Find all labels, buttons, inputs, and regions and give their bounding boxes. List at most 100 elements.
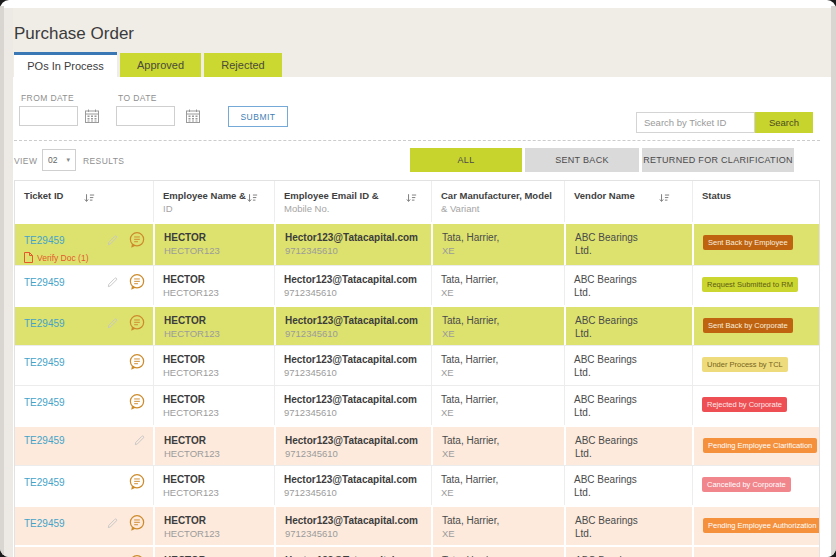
- filter-sent-back-button[interactable]: SENT BACK: [525, 148, 639, 172]
- car-cell: Tata, Harrier, XE: [431, 224, 564, 265]
- filter-returned-clarification-button[interactable]: RETURNED FOR CLARIFICATION: [642, 148, 794, 172]
- dashed-divider: [14, 140, 820, 141]
- ticket-id-link[interactable]: TE29459: [24, 317, 65, 330]
- sort-icon[interactable]: [84, 192, 95, 204]
- purchase-order-table: Ticket ID Employee Name & ID Employee Em…: [14, 180, 820, 557]
- ticket-cell: TE29459: [15, 466, 153, 505]
- employee-cell: HECTOR HECTOR123: [153, 547, 274, 557]
- ticket-id-link[interactable]: TE29459: [24, 517, 65, 530]
- vendor-cell: ABC Bearings Ltd.: [564, 224, 692, 265]
- edit-icon[interactable]: [106, 517, 119, 530]
- chat-icon[interactable]: [128, 314, 146, 332]
- col-header-employee-email[interactable]: Employee Email ID & Mobile No.: [274, 181, 431, 222]
- status-badge: Cancelled by Corporate: [702, 477, 791, 492]
- vendor-cell: ABC Bearings Ltd.: [564, 427, 692, 465]
- edit-icon[interactable]: [133, 434, 146, 447]
- right-margin: [831, 6, 836, 557]
- status-badge: Pending Employee Clarification: [703, 438, 817, 453]
- page-title: Purchase Order: [14, 24, 134, 44]
- submit-button[interactable]: SUBMIT: [228, 106, 288, 127]
- col-header-vendor[interactable]: Vendor Name: [564, 181, 692, 222]
- ticket-cell: TE29459: [15, 386, 153, 425]
- email-cell: Hector123@Tatacapital.com 9712345610: [274, 224, 431, 265]
- search-input[interactable]: [636, 112, 755, 133]
- col-header-status: Status: [692, 181, 819, 222]
- car-cell: Tata, Harrier, XE: [431, 386, 564, 425]
- sort-icon[interactable]: [659, 192, 670, 204]
- chat-icon[interactable]: [128, 273, 146, 291]
- from-date-input[interactable]: [19, 106, 78, 126]
- email-cell: Hector123@Tatacapital.com 9712345610: [274, 547, 431, 557]
- status-cell: Sent Back by Employee: [692, 224, 819, 265]
- edit-icon[interactable]: [106, 234, 119, 247]
- ticket-id-link[interactable]: TE29459: [24, 276, 65, 289]
- search-button[interactable]: Search: [755, 112, 813, 133]
- car-cell: Tata, Harrier, XE: [431, 547, 564, 557]
- status-cell: Cancelled by Corporate: [692, 466, 819, 505]
- tab-pos-in-process[interactable]: POs In Process: [14, 52, 117, 77]
- car-cell: Tata, Harrier, XE: [431, 466, 564, 505]
- status-badge: Rejected by Corporate: [702, 397, 787, 412]
- vendor-cell: ABC Bearings Ltd.: [564, 266, 692, 305]
- edit-icon[interactable]: [106, 317, 119, 330]
- chat-icon[interactable]: [128, 353, 146, 371]
- email-cell: Hector123@Tatacapital.com 9712345610: [274, 266, 431, 305]
- verify-doc-note[interactable]: Verify Doc (1): [24, 252, 149, 263]
- table-header: Ticket ID Employee Name & ID Employee Em…: [15, 181, 819, 222]
- left-sliver: [4, 8, 13, 557]
- ticket-cell: TE29459: [15, 266, 153, 305]
- status-cell: Pending Employee Clarification: [692, 427, 819, 465]
- employee-cell: HECTOR HECTOR123: [153, 266, 274, 305]
- calendar-icon[interactable]: [185, 108, 201, 124]
- ticket-id-link[interactable]: TE29459: [24, 396, 65, 409]
- vendor-cell: ABC Bearings Ltd.: [564, 507, 692, 545]
- chat-icon[interactable]: [128, 231, 146, 249]
- ticket-cell: TE29459: [15, 427, 153, 465]
- tab-approved[interactable]: Approved: [120, 53, 201, 77]
- tab-rejected[interactable]: Rejected: [204, 53, 282, 77]
- email-cell: Hector123@Tatacapital.com 9712345610: [274, 507, 431, 545]
- sort-icon[interactable]: [406, 192, 417, 204]
- ticket-id-link[interactable]: TE29459: [24, 476, 65, 489]
- car-cell: Tata, Harrier, XE: [431, 507, 564, 545]
- car-cell: Tata, Harrier, XE: [431, 266, 564, 305]
- employee-cell: HECTOR HECTOR123: [153, 346, 274, 385]
- view-label: VIEW: [14, 156, 37, 166]
- ticket-id-link[interactable]: TE29459: [24, 356, 65, 369]
- calendar-icon[interactable]: [84, 108, 100, 124]
- view-count-select[interactable]: 02 ▾: [42, 149, 76, 171]
- table-row: TE29459 Verify Doc (1) HECTOR: [15, 222, 819, 265]
- ticket-id-link[interactable]: TE29459: [24, 434, 65, 447]
- table-row: TE29459 HECTOR HECTOR123 Hector1: [15, 305, 819, 345]
- col-header-employee-name[interactable]: Employee Name & ID: [153, 181, 274, 222]
- employee-cell: HECTOR HECTOR123: [153, 466, 274, 505]
- table-row: TE29459 HECTOR HECTOR123 Hector1: [15, 465, 819, 505]
- table-body: TE29459 Verify Doc (1) HECTOR: [15, 222, 819, 557]
- email-cell: Hector123@Tatacapital.com 9712345610: [274, 427, 431, 465]
- employee-cell: HECTOR HECTOR123: [153, 307, 274, 345]
- status-cell: Pending Employee Authorization: [692, 507, 819, 545]
- status-badge: Sent Back by Employee: [703, 235, 793, 250]
- table-row: TE29459 HECTOR HECTOR123 Hector123@Tatac…: [15, 425, 819, 465]
- status-badge: Pending Employee Authorization: [703, 518, 819, 533]
- chat-icon[interactable]: [128, 393, 146, 411]
- email-cell: Hector123@Tatacapital.com 9712345610: [274, 466, 431, 505]
- vendor-cell: ABC Bearings Ltd.: [564, 547, 692, 557]
- status-badge: Under Process by TCL: [702, 357, 788, 372]
- edit-icon[interactable]: [106, 276, 119, 289]
- sort-icon[interactable]: [247, 192, 258, 204]
- chat-icon[interactable]: [128, 514, 146, 532]
- employee-cell: HECTOR HECTOR123: [153, 427, 274, 465]
- filter-all-button[interactable]: ALL: [410, 148, 522, 172]
- to-date-input[interactable]: [116, 106, 175, 126]
- email-cell: Hector123@Tatacapital.com 9712345610: [274, 307, 431, 345]
- col-header-ticket-id[interactable]: Ticket ID: [15, 181, 153, 222]
- results-label: RESULTS: [83, 156, 124, 166]
- email-cell: Hector123@Tatacapital.com 9712345610: [274, 386, 431, 425]
- document-icon: [24, 252, 33, 263]
- from-date-label: FROM DATE: [21, 93, 74, 103]
- tab-bar: POs In Process Approved Rejected: [14, 52, 285, 77]
- vendor-cell: ABC Bearings Ltd.: [564, 386, 692, 425]
- ticket-id-link[interactable]: TE29459: [24, 234, 65, 247]
- chat-icon[interactable]: [128, 473, 146, 491]
